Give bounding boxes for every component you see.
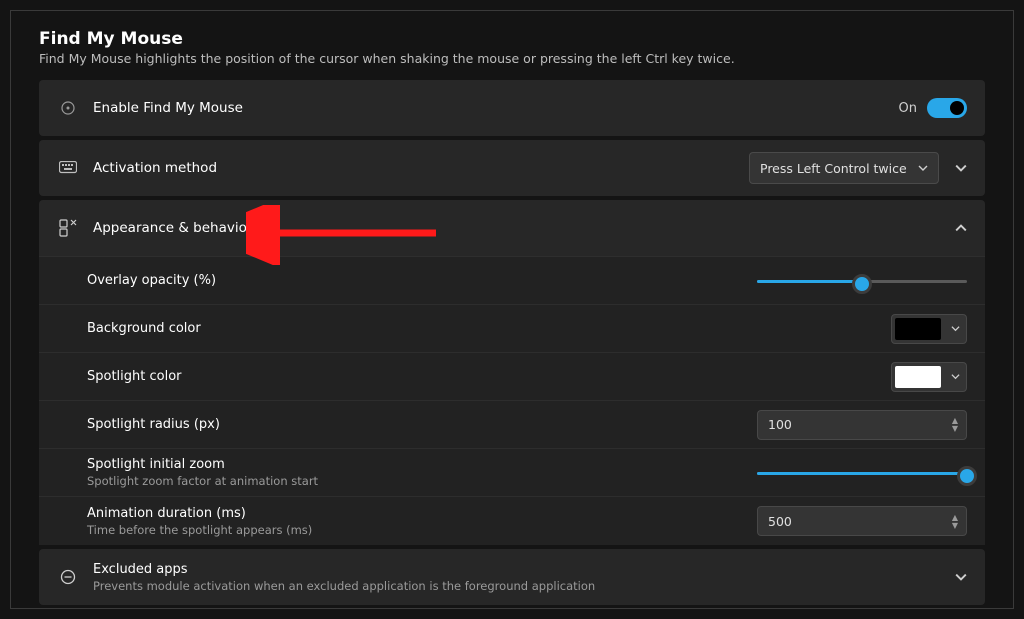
- minus-circle-icon: [57, 569, 79, 585]
- settings-page: Find My Mouse Find My Mouse highlights t…: [10, 10, 1014, 609]
- enable-card: Enable Find My Mouse On: [39, 80, 985, 136]
- spotlight-radius-value: 100: [768, 417, 792, 432]
- chevron-down-icon: [950, 372, 960, 382]
- page-subtitle: Find My Mouse highlights the position of…: [39, 51, 985, 66]
- excluded-apps-card[interactable]: Excluded apps Prevents module activation…: [39, 549, 985, 605]
- spotlight-zoom-slider[interactable]: [757, 463, 967, 483]
- overlay-opacity-label: Overlay opacity (%): [87, 273, 216, 288]
- spotlight-radius-input[interactable]: 100 ▲▼: [757, 410, 967, 440]
- activation-card: Activation method Press Left Control twi…: [39, 140, 985, 196]
- spotlight-color-swatch: [895, 366, 941, 388]
- excluded-apps-desc: Prevents module activation when an exclu…: [93, 579, 595, 593]
- spotlight-color-label: Spotlight color: [87, 369, 182, 384]
- chevron-down-icon: [950, 324, 960, 334]
- activation-selected: Press Left Control twice: [760, 161, 907, 176]
- appearance-label: Appearance & behavior: [93, 220, 252, 236]
- spotlight-color-picker[interactable]: [891, 362, 967, 392]
- excluded-apps-label: Excluded apps: [93, 562, 595, 577]
- animation-duration-row: Animation duration (ms) Time before the …: [39, 497, 985, 545]
- background-color-picker[interactable]: [891, 314, 967, 344]
- excluded-expand-icon[interactable]: [955, 571, 967, 583]
- activation-label: Activation method: [93, 160, 217, 176]
- overlay-opacity-slider[interactable]: [757, 271, 967, 291]
- stepper-icon[interactable]: ▲▼: [952, 514, 958, 529]
- appearance-icon: [57, 219, 79, 237]
- spotlight-zoom-row: Spotlight initial zoom Spotlight zoom fa…: [39, 449, 985, 497]
- enable-toggle[interactable]: [927, 98, 967, 118]
- stepper-icon[interactable]: ▲▼: [952, 417, 958, 432]
- animation-duration-input[interactable]: 500 ▲▼: [757, 506, 967, 536]
- background-color-swatch: [895, 318, 941, 340]
- animation-duration-label: Animation duration (ms): [87, 506, 312, 521]
- appearance-collapse-icon[interactable]: [955, 222, 967, 234]
- spotlight-zoom-desc: Spotlight zoom factor at animation start: [87, 474, 318, 488]
- background-color-label: Background color: [87, 321, 201, 336]
- appearance-header[interactable]: Appearance & behavior: [39, 200, 985, 256]
- activation-expand-icon[interactable]: [955, 162, 967, 174]
- spotlight-radius-row: Spotlight radius (px) 100 ▲▼: [39, 401, 985, 449]
- overlay-opacity-row: Overlay opacity (%): [39, 257, 985, 305]
- appearance-body: Overlay opacity (%) Background color: [39, 256, 985, 545]
- spotlight-color-row: Spotlight color: [39, 353, 985, 401]
- enable-label: Enable Find My Mouse: [93, 100, 243, 116]
- keyboard-icon: [57, 161, 79, 175]
- animation-duration-desc: Time before the spotlight appears (ms): [87, 523, 312, 537]
- spotlight-zoom-label: Spotlight initial zoom: [87, 457, 318, 472]
- spotlight-radius-label: Spotlight radius (px): [87, 417, 220, 432]
- enable-state-text: On: [899, 101, 917, 116]
- mouse-icon: [57, 100, 79, 116]
- animation-duration-value: 500: [768, 514, 792, 529]
- background-color-row: Background color: [39, 305, 985, 353]
- activation-dropdown[interactable]: Press Left Control twice: [749, 152, 939, 184]
- page-title: Find My Mouse: [39, 29, 985, 49]
- chevron-down-icon: [918, 163, 928, 173]
